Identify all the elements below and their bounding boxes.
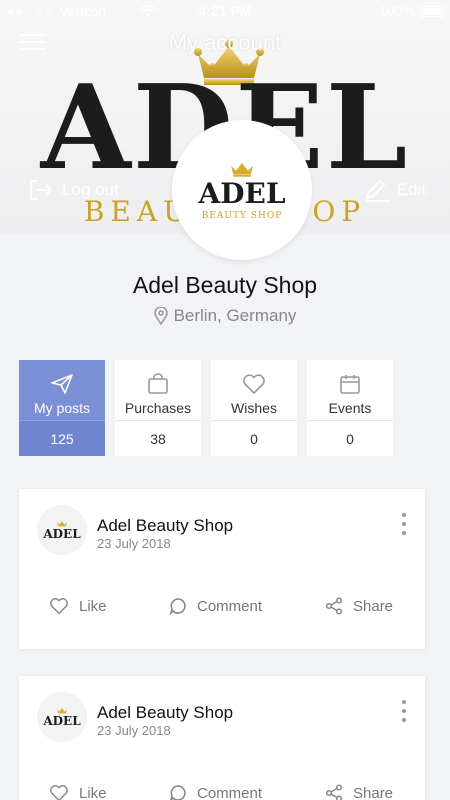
avatar-brand-subtitle: BEAUTY SHOP [201,210,283,221]
dot [402,718,406,722]
profile-name: Adel Beauty Shop [132,272,318,298]
comment-icon [169,598,186,615]
tile-label: Purchases [124,400,192,416]
profile-avatar[interactable]: ADEL BEAUTY SHOP [172,120,312,260]
avatar-brand-text: ADEL [43,527,81,541]
like-label: Like [79,597,107,615]
dot [402,700,406,704]
heart-icon [243,374,265,394]
logout-label: Log out [62,180,119,199]
comment-button[interactable]: Comment [169,784,262,800]
crown-icon [231,162,253,177]
share-label: Share [353,597,394,615]
tile-label: My posts [33,400,90,416]
edit-label: Edit [396,180,426,199]
pencil-icon [364,179,389,202]
more-options-button[interactable] [399,700,409,722]
dot [402,513,406,517]
tile-count: 0 [307,420,393,456]
like-button[interactable]: Like [49,597,107,615]
post-author[interactable]: Adel Beauty Shop [97,703,233,723]
calendar-icon [340,375,360,394]
logout-icon [30,180,53,200]
tab-events[interactable]: Events 0 [307,360,393,456]
comment-label: Comment [197,597,263,615]
dot [402,531,406,535]
battery-percent: 100% [379,3,415,19]
tile-label: Wishes [231,400,277,416]
tile-count: 125 [19,420,105,456]
share-button[interactable]: Share [325,784,393,800]
like-label: Like [79,784,107,800]
heart-icon [50,785,68,800]
heart-icon [50,598,68,615]
tab-my-posts[interactable]: My posts 125 [19,360,105,456]
comment-button[interactable]: Comment [169,597,262,615]
share-icon [325,597,343,615]
dot [402,522,406,526]
tile-count: 0 [211,420,297,456]
tile-count: 38 [115,420,201,456]
tile-label: Events [328,400,372,416]
post-author-avatar[interactable]: ADEL [37,692,87,742]
more-options-button[interactable] [399,513,409,535]
profile-location: Berlin, Germany [0,306,450,326]
post-date: 23 July 2018 [97,723,171,738]
page-title: My account [168,30,282,55]
avatar-brand-text: ADEL [198,176,286,210]
post-date: 23 July 2018 [97,536,171,551]
comment-icon [170,785,186,800]
post-author-avatar[interactable]: ADEL [37,505,87,555]
send-icon [51,374,73,394]
tab-wishes[interactable]: Wishes 0 [211,360,297,456]
location-text: Berlin, Germany [173,306,297,325]
location-pin-icon [153,307,168,325]
share-icon [325,784,343,800]
status-bar: ●●○○○ Verizon 4:21 PM 100% [0,0,450,24]
post-author[interactable]: Adel Beauty Shop [97,516,233,536]
post-card: ADEL Adel Beauty Shop 23 July 2018 Like … [19,489,425,649]
dot [402,709,406,713]
post-actions: Like Comment Share [19,784,425,800]
share-button[interactable]: Share [325,597,393,615]
like-button[interactable]: Like [49,784,107,800]
edit-button[interactable]: Edit [363,178,426,202]
battery-icon [420,5,444,17]
post-actions: Like Comment Share [19,597,425,623]
share-label: Share [353,784,394,800]
logout-button[interactable]: Log out [28,178,119,202]
avatar-brand-text: ADEL [43,714,81,728]
post-card: ADEL Adel Beauty Shop 23 July 2018 Like … [19,676,425,800]
bag-icon [148,373,168,394]
tab-purchases[interactable]: Purchases 38 [115,360,201,456]
comment-label: Comment [197,784,263,800]
